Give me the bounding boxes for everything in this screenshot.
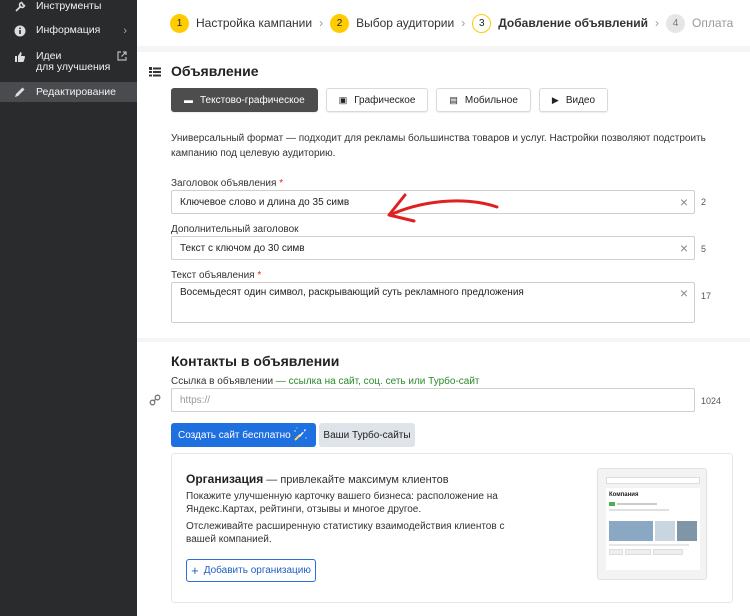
clear-icon[interactable]: ×	[680, 241, 688, 255]
video-icon: ▶	[551, 94, 559, 105]
required-mark: *	[257, 270, 262, 281]
link-input[interactable]: https://	[171, 388, 695, 412]
organization-card: Организация — привлекайте максимум клиен…	[171, 453, 733, 603]
ad-format-description: Универсальный формат — подходит для рекл…	[171, 133, 706, 159]
sidebar-item-label: Идеи для улучшения	[36, 50, 111, 73]
headline-char-count: 2	[701, 197, 707, 207]
subheadline-input[interactable]: Текст с ключом до 30 симв ×	[171, 236, 695, 260]
headline-input[interactable]: Ключевое слово и длина до 35 симв ×	[171, 190, 695, 214]
organization-text-1: Покажите улучшенную карточку вашего бизн…	[186, 491, 498, 515]
chevron-right-icon: ›	[461, 16, 466, 30]
step-audience[interactable]: 2 Выбор аудитории	[330, 13, 455, 33]
preview-button	[653, 549, 683, 555]
tab-text-graphic[interactable]: ▬ Текстово-графическое	[171, 88, 318, 112]
organization-text-2: Отслеживайте расширенную статистику взаи…	[186, 521, 505, 545]
pencil-icon	[13, 86, 27, 98]
ad-section-title: Объявление	[171, 63, 259, 79]
sidebar-item-label: Редактирование	[36, 85, 116, 98]
preview-photo	[609, 521, 653, 541]
turbo-sites-button[interactable]: Ваши Турбо-сайты	[319, 423, 415, 447]
info-icon	[13, 25, 27, 37]
tab-graphic[interactable]: ▣ Графическое	[325, 88, 429, 112]
text-graphic-icon: ▬	[184, 95, 193, 105]
tab-mobile[interactable]: ▤ Мобильное	[436, 88, 531, 112]
stepper: 1 Настройка кампании › 2 Выбор аудитории…	[137, 0, 750, 46]
preview-button	[625, 549, 651, 555]
step-label: Выбор аудитории	[356, 16, 455, 30]
link-char-count: 1024	[701, 396, 722, 406]
preview-search-bar	[606, 477, 700, 484]
preview-card: Компания	[606, 488, 700, 570]
step-number: 3	[472, 13, 492, 33]
step-add-ads[interactable]: 3 Добавление объявлений	[472, 13, 649, 33]
preview-photo	[677, 521, 697, 541]
step-number: 2	[330, 13, 350, 33]
create-site-button[interactable]: Создать сайт бесплатно	[171, 423, 316, 447]
main-area: 1 Настройка кампании › 2 Выбор аудитории…	[137, 0, 750, 616]
chevron-right-icon: ›	[655, 16, 660, 30]
sidebar-item-label: Инструменты	[36, 0, 102, 12]
contacts-section-title: Контакты в объявлении	[171, 353, 340, 369]
ad-list-icon	[149, 67, 161, 77]
wrench-icon	[13, 1, 27, 13]
thumbs-up-icon	[13, 51, 27, 63]
chevron-right-icon: ›	[123, 25, 127, 37]
step-number: 4	[666, 13, 686, 33]
organization-title: Организация — привлекайте максимум клиен…	[186, 472, 449, 486]
preview-rating-badge	[609, 502, 615, 506]
step-number: 1	[170, 13, 189, 33]
preview-company-name: Компания	[609, 492, 639, 498]
tab-video[interactable]: ▶ Видео	[538, 88, 609, 112]
clear-icon[interactable]: ×	[680, 195, 688, 209]
sidebar-item-tools[interactable]: Инструменты	[0, 0, 137, 16]
required-mark: *	[279, 178, 284, 189]
preview-photo	[655, 521, 675, 541]
preview-line	[617, 503, 657, 505]
chevron-right-icon: ›	[319, 16, 324, 30]
ad-text-label: Текст объявления *	[171, 270, 262, 281]
link-label: Ссылка в объявлении — ссылка на сайт, со…	[171, 376, 480, 387]
ad-text-input[interactable]: Восемьдесят один символ, раскрывающий су…	[171, 282, 695, 323]
step-label: Добавление объявлений	[498, 16, 649, 30]
clear-icon[interactable]: ×	[680, 286, 688, 300]
ad-text-char-count: 17	[701, 291, 712, 301]
headline-label: Заголовок объявления *	[171, 178, 284, 189]
sidebar-item-info[interactable]: Информация ›	[0, 25, 137, 39]
sidebar: Инструменты Информация › Идеи для улучше…	[0, 0, 137, 616]
plus-icon: +	[191, 563, 199, 578]
step-campaign-settings[interactable]: 1 Настройка кампании	[170, 13, 313, 33]
subheadline-label: Дополнительный заголовок	[171, 224, 299, 235]
subheadline-char-count: 5	[701, 244, 707, 254]
external-link-icon	[117, 51, 127, 64]
add-organization-button[interactable]: + Добавить организацию	[186, 559, 316, 582]
step-label: Настройка кампании	[196, 16, 313, 30]
ad-format-tabs: ▬ Текстово-графическое ▣ Графическое ▤ М…	[171, 88, 616, 112]
step-payment[interactable]: 4 Оплата	[666, 13, 734, 33]
rocket-icon	[291, 426, 309, 447]
image-icon: ▣	[338, 94, 348, 105]
preview-button	[609, 549, 623, 555]
organization-preview-image: Компания	[597, 468, 707, 580]
preview-line	[609, 509, 669, 511]
step-label: Оплата	[692, 16, 734, 30]
sidebar-item-label: Информация	[36, 24, 101, 36]
sidebar-item-ideas[interactable]: Идеи для улучшения	[0, 51, 137, 75]
preview-line	[609, 544, 689, 546]
link-icon	[149, 394, 161, 409]
sidebar-item-edit[interactable]: Редактирование	[0, 82, 137, 102]
mobile-icon: ▤	[449, 94, 458, 105]
